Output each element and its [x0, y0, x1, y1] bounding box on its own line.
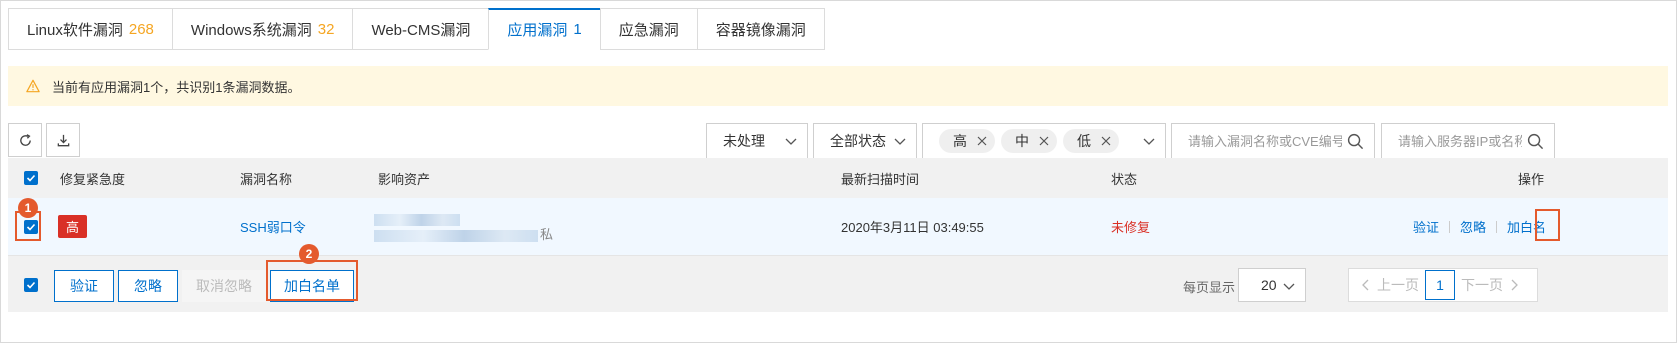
status-text: 未修复 [1111, 220, 1151, 235]
redacted-text [374, 229, 538, 242]
chevron-down-icon [1283, 283, 1295, 290]
tab-linux[interactable]: Linux软件漏洞 268 [8, 8, 172, 50]
tab-label: 容器镜像漏洞 [715, 21, 806, 39]
all-status-select[interactable]: 全部状态 [813, 123, 917, 159]
tab-label: Web-CMS漏洞 [371, 21, 471, 39]
handling-status-select[interactable]: 未处理 [706, 123, 808, 159]
per-page-label: 每页显示 [1183, 279, 1236, 295]
check-icon [26, 281, 36, 289]
per-page-select[interactable]: 20 [1238, 268, 1306, 302]
verify-link[interactable]: 验证 [1413, 217, 1439, 236]
prev-label: 上一页 [1377, 277, 1419, 293]
step-badge-1: 1 [18, 198, 38, 218]
chevron-down-icon [1143, 138, 1155, 145]
step-badge-2: 2 [299, 244, 319, 264]
warning-icon [26, 79, 40, 93]
refresh-button[interactable] [8, 123, 42, 157]
search-icon[interactable] [1527, 133, 1544, 150]
chevron-left-icon [1362, 279, 1369, 291]
vuln-search-input[interactable] [1172, 124, 1342, 158]
tab-count: 32 [317, 20, 335, 38]
urgency-cell: 高 [58, 198, 88, 255]
chevron-down-icon [785, 138, 797, 145]
notice-text: 当前有应用漏洞1个，共识别1条漏洞数据。 [52, 79, 301, 95]
tab-web-cms[interactable]: Web-CMS漏洞 [352, 8, 489, 50]
col-vuln-name: 漏洞名称 [240, 171, 293, 187]
select-value: 全部状态 [830, 133, 886, 149]
close-icon[interactable] [1039, 136, 1049, 146]
search-icon[interactable] [1347, 133, 1364, 150]
severity-multiselect[interactable]: 高 中 低 [922, 123, 1166, 159]
asset-cell: 私 [374, 198, 553, 255]
divider [1449, 220, 1451, 233]
highlight-whitelist-link [1535, 209, 1560, 241]
vuln-search-field[interactable] [1171, 123, 1375, 159]
actions-cell: 验证 忽略 加白名 [1413, 198, 1549, 255]
table-header: 修复紧急度 漏洞名称 影响资产 最新扫描时间 状态 操作 [8, 158, 1668, 198]
server-search-input[interactable] [1382, 124, 1522, 158]
redacted-text [374, 213, 460, 226]
tab-count: 1 [573, 21, 582, 38]
batch-unignore-button[interactable]: 取消忽略 [182, 270, 266, 302]
footer-select-all-checkbox[interactable] [24, 278, 38, 292]
severity-tag-high[interactable]: 高 [939, 129, 995, 153]
per-page-value: 20 [1261, 277, 1277, 293]
col-urgency: 修复紧急度 [60, 171, 126, 187]
tab-count: 268 [128, 20, 154, 38]
close-icon[interactable] [977, 136, 987, 146]
severity-badge: 高 [58, 215, 88, 238]
severity-tag-medium[interactable]: 中 [1001, 129, 1057, 153]
vuln-name-link[interactable]: SSH弱口令 [240, 217, 306, 236]
col-asset: 影响资产 [378, 171, 431, 187]
highlight-whitelist-button [266, 260, 358, 301]
asset-redacted [374, 210, 544, 244]
page-number-button[interactable]: 1 [1425, 270, 1455, 300]
check-icon [26, 174, 36, 182]
tag-label: 高 [953, 133, 967, 149]
tab-emergency[interactable]: 应急漏洞 [599, 8, 697, 50]
prev-page-button[interactable]: 上一页 [1349, 269, 1419, 301]
batch-ignore-button[interactable]: 忽略 [118, 270, 178, 302]
next-label: 下一页 [1461, 277, 1503, 293]
col-actions: 操作 [1518, 171, 1545, 187]
refresh-icon [19, 133, 31, 146]
notice-banner: 当前有应用漏洞1个，共识别1条漏洞数据。 [8, 66, 1668, 106]
ignore-link[interactable]: 忽略 [1460, 217, 1486, 236]
tab-container-image[interactable]: 容器镜像漏洞 [696, 8, 825, 50]
divider [1496, 220, 1498, 233]
chevron-right-icon [1511, 279, 1518, 291]
tab-label: 应急漏洞 [618, 21, 679, 39]
status-cell: 未修复 [1111, 198, 1150, 255]
server-search-field[interactable] [1381, 123, 1555, 159]
pagination: 上一页 1 下一页 [1348, 268, 1538, 302]
batch-action-bar: 验证 忽略 取消忽略 加白名单 每页显示 20 上一页 1 下一页 [8, 256, 1668, 312]
tab-windows[interactable]: Windows系统漏洞 32 [171, 8, 353, 50]
tab-label: 应用漏洞 [507, 22, 568, 39]
tag-label: 低 [1077, 133, 1091, 149]
col-scan-time: 最新扫描时间 [841, 171, 920, 187]
tab-label: Windows系统漏洞 [190, 21, 312, 39]
batch-verify-button[interactable]: 验证 [54, 270, 114, 302]
next-page-button[interactable]: 下一页 [1461, 269, 1519, 301]
vuln-name-cell: SSH弱口令 [240, 198, 306, 255]
select-all-checkbox[interactable] [24, 171, 38, 185]
table-row: 高 SSH弱口令 私 2020年3月11日 03:49:55 未修复 验证 忽略… [8, 198, 1668, 256]
select-all-cell [24, 158, 38, 198]
download-button[interactable] [46, 123, 80, 157]
col-status: 状态 [1111, 171, 1138, 187]
select-value: 未处理 [723, 133, 765, 149]
tab-application[interactable]: 应用漏洞 1 [488, 8, 600, 50]
vuln-type-tabs: Linux软件漏洞 268 Windows系统漏洞 32 Web-CMS漏洞 应用漏… [8, 8, 825, 50]
scan-time-cell: 2020年3月11日 03:49:55 [841, 220, 984, 235]
tab-label: Linux软件漏洞 [27, 21, 123, 39]
download-icon [57, 134, 69, 146]
chevron-down-icon [894, 138, 906, 145]
severity-tag-low[interactable]: 低 [1063, 129, 1119, 153]
close-icon[interactable] [1101, 136, 1111, 146]
tag-label: 中 [1015, 133, 1029, 149]
